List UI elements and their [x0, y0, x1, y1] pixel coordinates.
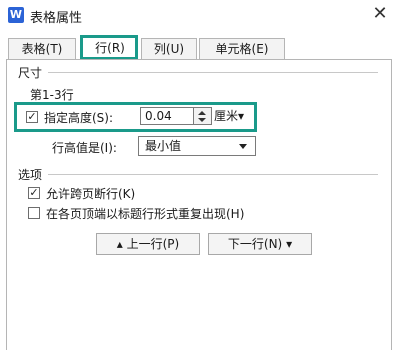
row-height-is-value: 最小值: [145, 139, 182, 153]
size-divider: [48, 72, 378, 73]
close-icon[interactable]: ✕: [371, 4, 389, 24]
next-row-button[interactable]: 下一行(N) ▾: [208, 233, 312, 255]
unit-dropdown[interactable]: 厘米▾: [214, 107, 244, 125]
prev-row-label: 上一行(P): [126, 237, 180, 251]
options-section-label: 选项: [18, 168, 43, 182]
size-section-label: 尺寸: [18, 66, 43, 80]
app-icon: W: [8, 7, 24, 23]
chevron-down-icon: ▾: [238, 109, 245, 123]
tab-table[interactable]: 表格(T): [8, 38, 76, 59]
specify-height-label: 指定高度(S):: [44, 111, 114, 125]
repeat-header-label: 在各页顶端以标题行形式重复出现(H): [46, 207, 245, 221]
repeat-header-checkbox[interactable]: [28, 207, 40, 219]
spinner-down-icon[interactable]: [198, 118, 206, 122]
tab-column[interactable]: 列(U): [141, 38, 197, 59]
allow-break-label: 允许跨页断行(K): [46, 187, 136, 201]
row-height-is-select[interactable]: 最小值: [138, 136, 256, 156]
spinner-up-icon[interactable]: [198, 111, 206, 115]
next-row-label: 下一行(N): [227, 237, 283, 251]
tab-cell[interactable]: 单元格(E): [199, 38, 285, 59]
window-title: 表格属性: [30, 11, 83, 26]
tab-row[interactable]: 行(R): [82, 37, 138, 60]
row-range-label: 第1-3行: [30, 88, 74, 102]
up-arrow-icon: ▴: [116, 237, 123, 251]
height-input[interactable]: 0.04: [140, 107, 194, 125]
prev-row-button[interactable]: ▴ 上一行(P): [96, 233, 200, 255]
allow-break-checkbox[interactable]: ✓: [28, 187, 40, 199]
down-arrow-icon: ▾: [286, 237, 293, 251]
row-height-is-label: 行高值是(I):: [52, 141, 117, 155]
height-spinner[interactable]: [194, 107, 212, 125]
unit-value: 厘米: [214, 109, 239, 123]
options-divider: [48, 174, 378, 175]
specify-height-checkbox[interactable]: ✓: [26, 111, 38, 123]
chevron-down-icon: [239, 144, 247, 149]
